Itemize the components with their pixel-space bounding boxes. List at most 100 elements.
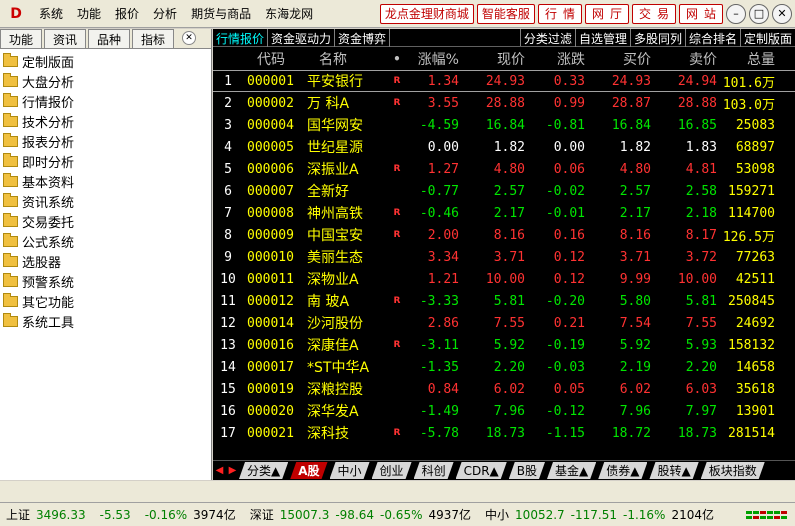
table-row[interactable]: 14 000017 *ST中华A -1.35 2.20 -0.03 2.19 2.20 1465… [213, 356, 795, 378]
menu-function[interactable]: 功能 [70, 5, 108, 22]
table-row[interactable]: 7 000008 神州高铁 R -0.46 2.17 -0.01 2.17 2.18 114700 [213, 202, 795, 224]
market-tab[interactable]: 科创 [414, 462, 454, 479]
tree-item[interactable]: 定制版面 [0, 51, 211, 71]
tab-capital-drive[interactable]: 资金驱动力 [268, 29, 336, 47]
tree-item[interactable]: 行情报价 [0, 91, 211, 111]
header-change-pct[interactable]: 涨幅% [403, 49, 459, 69]
tab-news[interactable]: 资讯 [44, 29, 87, 48]
header-price[interactable]: 现价 [459, 49, 525, 69]
row-index: 12 [220, 315, 236, 331]
row-index: 1 [224, 73, 232, 89]
close-icon[interactable]: ✕ [772, 3, 792, 24]
table-row[interactable]: 8 000009 中国宝安 R 2.00 8.16 0.16 8.16 8.17 126.5万 [213, 224, 795, 246]
market-tab[interactable]: A股 [290, 462, 327, 479]
market-tab[interactable]: 基金▲ [547, 462, 596, 479]
change: -0.19 [545, 337, 585, 353]
close-panel-icon[interactable]: ✕ [182, 31, 197, 45]
tab-variety[interactable]: 品种 [88, 29, 131, 48]
price: 7.55 [493, 315, 525, 331]
header-code[interactable]: 代码 [243, 49, 305, 69]
market-tab[interactable]: B股 [509, 462, 545, 479]
table-row[interactable]: 10 000011 深物业A 1.21 10.00 0.12 9.99 10.00 42511 [213, 268, 795, 290]
menu-quote[interactable]: 报价 [108, 5, 146, 22]
tab-function[interactable]: 功能 [0, 29, 43, 48]
menu-analysis[interactable]: 分析 [146, 5, 184, 22]
header-ask[interactable]: 卖价 [651, 49, 717, 69]
connection-status-icon [746, 510, 787, 519]
market-button[interactable]: 行情 [537, 3, 582, 24]
header-bid[interactable]: 买价 [585, 49, 651, 69]
change: 0.12 [553, 271, 585, 287]
market-tab[interactable]: CDR▲ [456, 462, 507, 479]
tab-quote-list[interactable]: 行情报价 [213, 29, 269, 47]
table-row[interactable]: 1 000001 平安银行 R 1.34 24.93 0.33 24.93 24.94 101.6… [213, 70, 795, 92]
tree-item[interactable]: 资讯系统 [0, 191, 211, 211]
minimize-icon[interactable]: – [726, 3, 746, 24]
website-button[interactable]: 网站 [678, 3, 723, 24]
table-row[interactable]: 15 000019 深粮控股 0.84 6.02 0.05 6.02 6.03 35618 [213, 378, 795, 400]
customer-service-button[interactable]: 智能客服 [476, 3, 535, 24]
tab-scroll-arrows[interactable]: ◀ ▶ [213, 463, 239, 479]
market-tab[interactable]: 股转▲ [649, 462, 698, 479]
tree-item[interactable]: 公式系统 [0, 231, 211, 251]
table-row[interactable]: 6 000007 全新好 -0.77 2.57 -0.02 2.57 2.58 159271 [213, 180, 795, 202]
tab-indicator[interactable]: 指标 [132, 29, 175, 48]
arrow-left-icon[interactable]: ◀ [216, 465, 224, 476]
tree-item[interactable]: 系统工具 [0, 311, 211, 331]
tree-item[interactable]: 大盘分析 [0, 71, 211, 91]
tree-item[interactable]: 即时分析 [0, 151, 211, 171]
index-shenzhen[interactable]: 深证 15007.3 -98.64 -0.65% 4937亿 [250, 506, 471, 523]
tab-multi-stock[interactable]: 多股同列 [631, 29, 686, 47]
header-change[interactable]: 涨跌 [525, 49, 585, 69]
status-bar: 上证 3496.33 -5.53 -0.16% 3974亿 深证 15007.3… [0, 502, 795, 526]
table-row[interactable]: 13 000016 深康佳A R -3.11 5.92 -0.19 5.92 5.93 15813… [213, 334, 795, 356]
tree-item[interactable]: 技术分析 [0, 111, 211, 131]
table-row[interactable]: 9 000010 美丽生态 3.34 3.71 0.12 3.71 3.72 77263 [213, 246, 795, 268]
tree-item[interactable]: 基本资料 [0, 171, 211, 191]
tab-capital-game[interactable]: 资金博弈 [335, 29, 391, 47]
menu-system[interactable]: 系统 [32, 5, 70, 22]
web-hall-button[interactable]: 网厅 [584, 3, 629, 24]
index-change: -5.53 [99, 507, 131, 522]
change-pct: 1.34 [427, 73, 459, 89]
margin-flag: R [393, 428, 401, 438]
market-tab[interactable]: 债券▲ [598, 462, 647, 479]
index-sme[interactable]: 中小 10052.7 -117.51 -1.16% 2104亿 [485, 506, 714, 523]
tab-ranking[interactable]: 综合排名 [686, 29, 741, 47]
volume: 281514 [728, 425, 775, 441]
index-shanghai[interactable]: 上证 3496.33 -5.53 -0.16% 3974亿 [6, 506, 236, 523]
header-name[interactable]: 名称 [305, 49, 391, 69]
market-tab[interactable]: 中小 [330, 462, 370, 479]
change: 0.16 [553, 227, 585, 243]
change: 0.00 [553, 139, 585, 155]
menu-futures[interactable]: 期货与商品 [184, 5, 258, 22]
change: 0.99 [553, 95, 585, 111]
tab-watchlist[interactable]: 自选管理 [576, 29, 631, 47]
mall-button[interactable]: 龙点金理财商城 [379, 3, 474, 24]
market-tabs: ◀ ▶ 分类▲ A股 中小 创业 科创 CDR▲ B股 基金▲ 债券▲ 股转▲ 板块指数 [213, 460, 795, 480]
trade-button[interactable]: 交易 [631, 3, 676, 24]
tree-item[interactable]: 预警系统 [0, 271, 211, 291]
tree-item[interactable]: 其它功能 [0, 291, 211, 311]
header-volume[interactable]: 总量 [717, 49, 775, 69]
market-tab[interactable]: 分类▲ [239, 462, 288, 479]
restore-icon[interactable]: □ [749, 3, 769, 24]
table-row[interactable]: 2 000002 万 科A R 3.55 28.88 0.99 28.87 28.88 103.0… [213, 92, 795, 114]
table-row[interactable]: 4 000005 世纪星源 0.00 1.82 0.00 1.82 1.83 68897 [213, 136, 795, 158]
table-row[interactable]: 17 000021 深科技 R -5.78 18.73 -1.15 18.72 18.73 281… [213, 422, 795, 444]
tree-item[interactable]: 选股器 [0, 251, 211, 271]
tab-filter[interactable]: 分类过滤 [521, 29, 576, 47]
tree-item[interactable]: 交易委托 [0, 211, 211, 231]
market-tab[interactable]: 创业 [372, 462, 412, 479]
menu-donghai[interactable]: 东海龙网 [258, 5, 320, 22]
arrow-right-icon[interactable]: ▶ [229, 465, 237, 476]
table-row[interactable]: 12 000014 沙河股份 2.86 7.55 0.21 7.54 7.55 24692 [213, 312, 795, 334]
row-index: 9 [224, 249, 232, 265]
market-tab[interactable]: 板块指数 [701, 462, 765, 479]
table-row[interactable]: 16 000020 深华发A -1.49 7.96 -0.12 7.96 7.97 13901 [213, 400, 795, 422]
table-row[interactable]: 5 000006 深振业A R 1.27 4.80 0.06 4.80 4.81 53098 [213, 158, 795, 180]
tab-custom-layout[interactable]: 定制版面 [741, 29, 795, 47]
table-row[interactable]: 3 000004 国华网安 -4.59 16.84 -0.81 16.84 16.85 2508… [213, 114, 795, 136]
tree-item[interactable]: 报表分析 [0, 131, 211, 151]
table-row[interactable]: 11 000012 南 玻A R -3.33 5.81 -0.20 5.80 5.81 25084… [213, 290, 795, 312]
